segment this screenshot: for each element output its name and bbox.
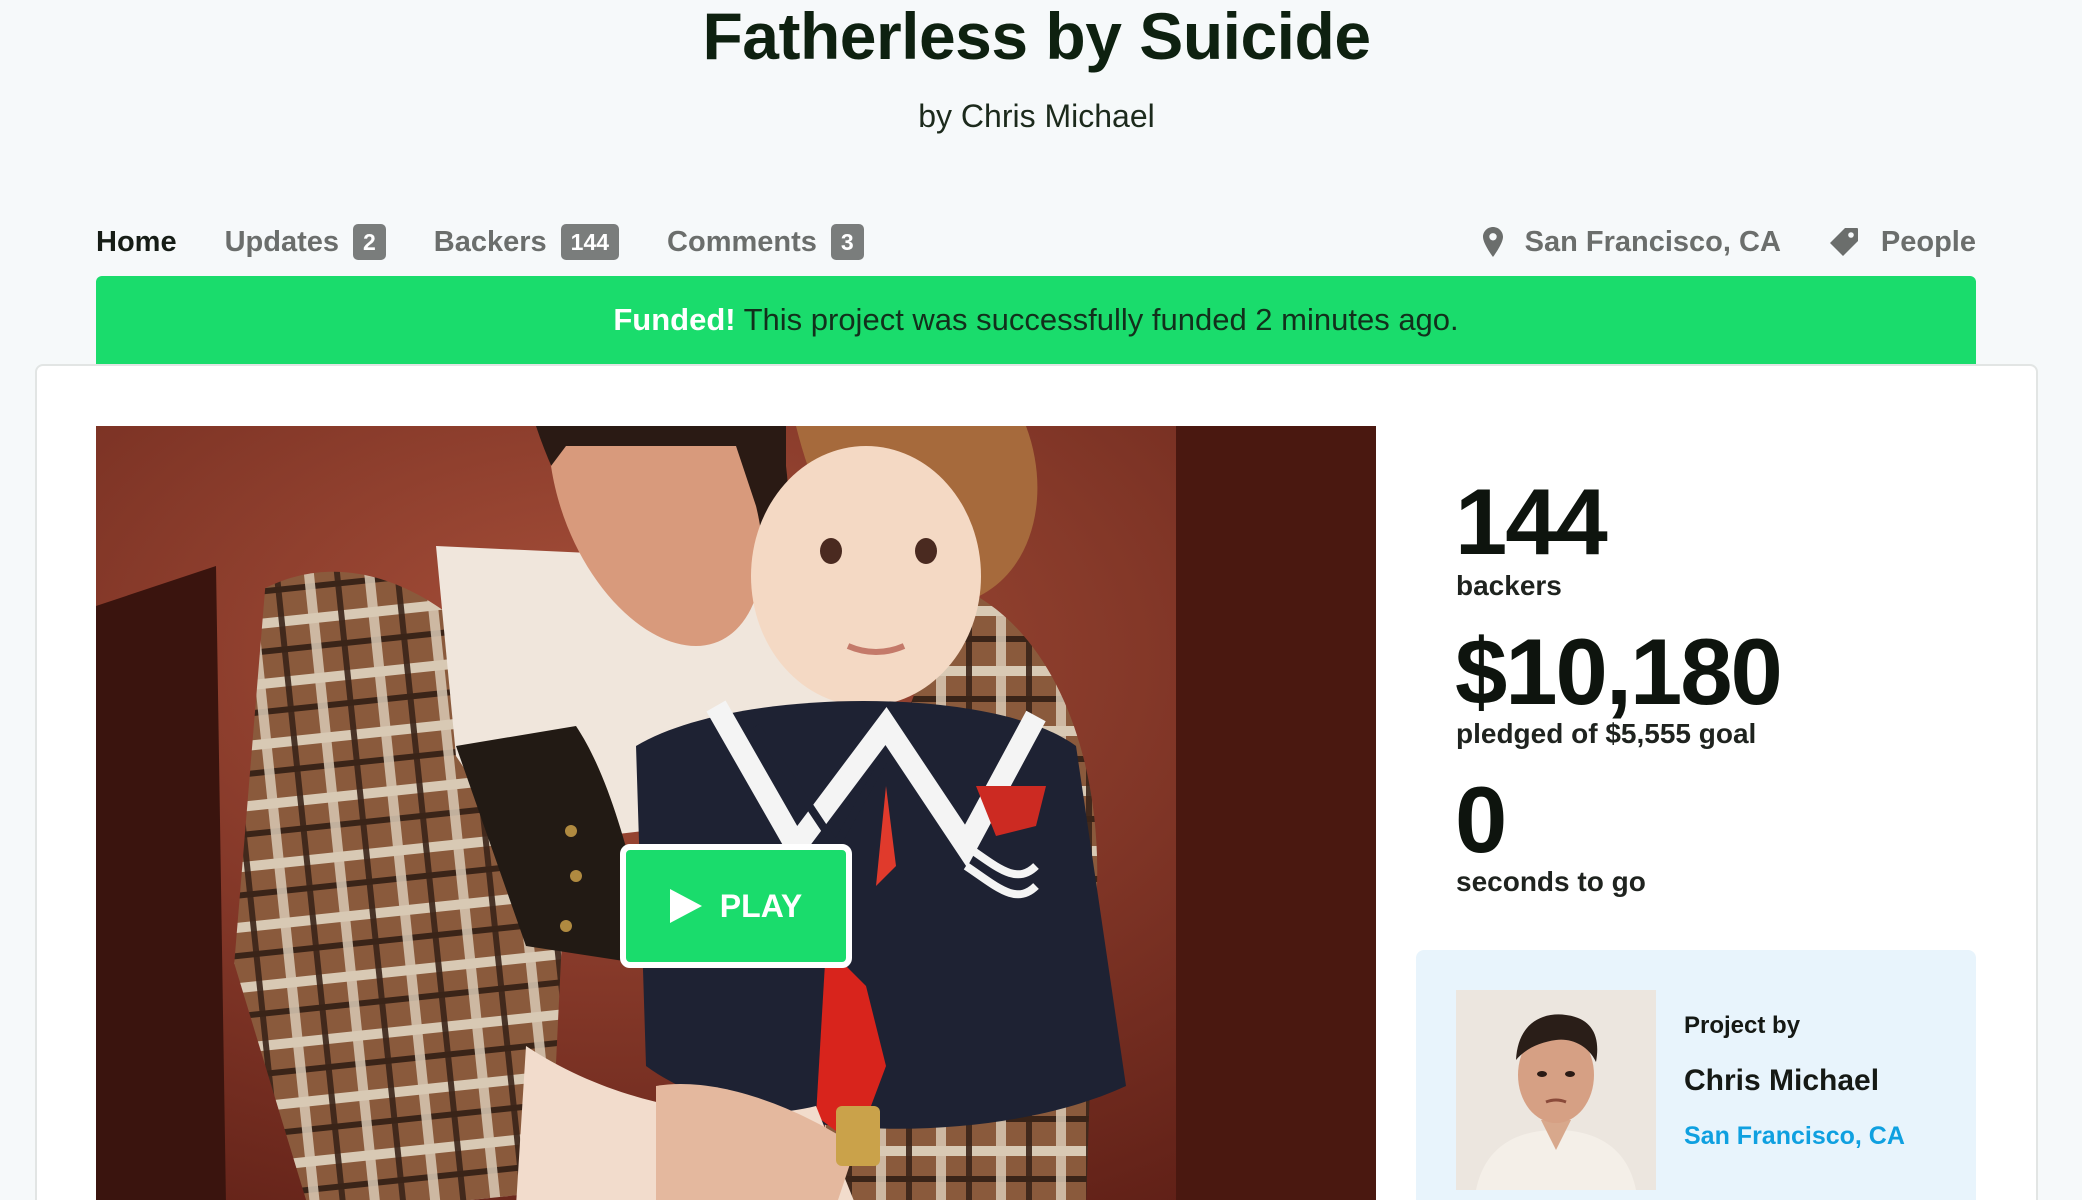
location-label: San Francisco, CA <box>1524 225 1781 258</box>
tag-icon <box>1829 228 1858 256</box>
pledged-amount: $10,180 <box>1455 619 1783 724</box>
category-link[interactable]: People <box>1829 226 1976 259</box>
creator-location-link[interactable]: San Francisco, CA <box>1684 1122 1905 1151</box>
tab-home-label: Home <box>96 225 177 258</box>
backers-count: 144 <box>1455 469 1608 574</box>
page-title: Fatherless by Suicide <box>702 0 1371 73</box>
funded-banner: Funded! This project was successfully fu… <box>96 276 1976 364</box>
project-byline: by Chris Michael <box>918 98 1155 134</box>
project-nav: Home Updates 2 Backers 144 Comments 3 <box>96 222 912 262</box>
map-pin-icon <box>1482 227 1503 257</box>
comments-count-badge: 3 <box>830 224 864 260</box>
creator-name[interactable]: Chris Michael <box>1684 1064 1879 1098</box>
project-by-heading: Project by <box>1684 1012 1801 1039</box>
tab-home[interactable]: Home <box>96 226 177 259</box>
funded-strong: Funded! <box>613 302 736 337</box>
play-button[interactable]: PLAY <box>620 844 852 968</box>
backers-label: backers <box>1456 570 1562 601</box>
location-link[interactable]: San Francisco, CA <box>1482 225 1781 259</box>
tab-updates-label: Updates <box>224 225 339 258</box>
tab-updates[interactable]: Updates 2 <box>225 224 386 260</box>
time-remaining: 0 <box>1455 767 1507 872</box>
video-thumbnail <box>96 426 1376 1200</box>
tab-comments-label: Comments <box>667 225 817 258</box>
tab-comments[interactable]: Comments 3 <box>667 224 864 260</box>
category-label: People <box>1880 225 1976 258</box>
creator-photo <box>1456 990 1656 1190</box>
play-label: PLAY <box>719 887 803 924</box>
updates-count-badge: 2 <box>353 224 386 260</box>
time-label: seconds to go <box>1456 866 1646 897</box>
backers-count-badge: 144 <box>560 224 620 260</box>
tab-backers-label: Backers <box>433 225 547 258</box>
project-video[interactable] <box>96 426 1376 1200</box>
tab-backers[interactable]: Backers 144 <box>433 224 620 260</box>
avatar[interactable] <box>1456 990 1656 1190</box>
project-meta-links: San Francisco, CA People <box>1435 222 1976 262</box>
funded-message: This project was successfully funded 2 m… <box>743 302 1459 337</box>
pledged-label: pledged of $5,555 goal <box>1456 718 1757 749</box>
play-icon <box>669 889 702 923</box>
